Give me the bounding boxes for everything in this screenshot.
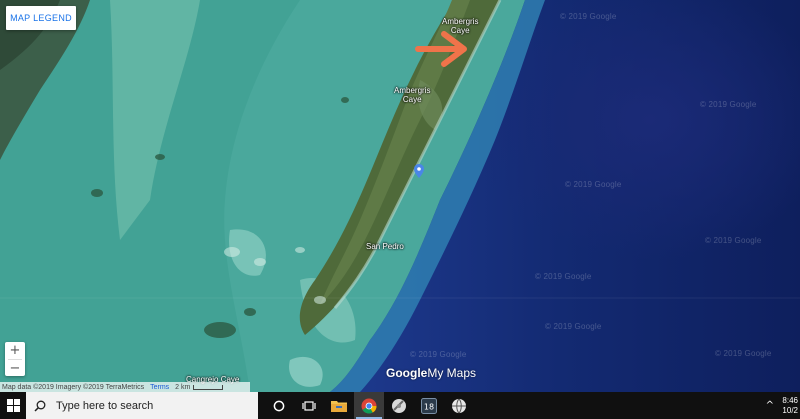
search-placeholder: Type here to search [56,399,154,412]
satellite-imagery [0,0,800,392]
scale-label: 2 km [175,383,191,391]
place-label-text: Ambergris Caye [394,86,431,104]
annotation-arrow-icon [415,31,467,67]
taskbar-clock[interactable]: 8:46 10/2 [782,396,798,416]
my-maps-text: My Maps [427,366,477,380]
map-marker-icon[interactable] [414,164,424,178]
windows-icon [6,399,20,412]
map-watermark: © 2019 Google [565,180,622,189]
search-icon [34,400,46,412]
windows-taskbar: Type here to search 18 ^ 8:46 10/2 [0,392,800,419]
map-legend-button[interactable]: MAP LEGEND [6,6,76,30]
map-scale: 2 km [175,383,224,391]
place-label-san-pedro[interactable]: San Pedro [366,242,404,251]
terms-link[interactable]: Terms [150,384,169,391]
zoom-out-button[interactable]: − [5,360,25,377]
file-explorer-icon [331,401,347,412]
chrome-icon [361,398,377,414]
app-18-button[interactable]: 18 [414,392,444,419]
start-button[interactable] [0,392,26,419]
map-watermark: © 2019 Google [705,236,762,245]
app-icon [392,398,406,413]
map-watermark: © 2019 Google [535,272,592,281]
map-watermark: © 2019 Google [545,322,602,331]
zoom-in-button[interactable]: + [5,342,25,359]
svg-text:18: 18 [424,402,434,411]
show-hidden-icons-chevron-icon[interactable]: ^ [766,400,774,411]
app-18-icon: 18 [421,397,437,414]
file-explorer-button[interactable] [324,392,354,419]
task-view-button[interactable] [294,392,324,419]
scale-bar [193,384,224,390]
map-watermark: © 2019 Google [410,350,467,359]
app-button[interactable] [384,392,414,419]
place-label-text: San Pedro [366,242,404,251]
cortana-button[interactable] [264,392,294,419]
place-label-ambergris-caye[interactable]: Ambergris Caye [394,86,430,104]
system-tray: ^ 8:46 10/2 [766,392,800,419]
map-canvas[interactable]: © 2019 Google © 2019 Google © 2019 Googl… [0,0,800,392]
zoom-controls: + − [5,342,25,376]
clock-time: 8:46 [782,395,798,405]
map-watermark: © 2019 Google [715,349,772,358]
cortana-icon [273,400,285,411]
attribution-text: Map data ©2019 Imagery ©2019 TerraMetric… [2,383,145,391]
map-watermark: © 2019 Google [700,100,757,109]
app-globe-icon [452,398,466,413]
clock-date: 10/2 [782,405,798,415]
google-logo-text: Google [386,366,428,380]
app-globe-button[interactable] [444,392,474,419]
taskbar-search-box[interactable]: Type here to search [26,392,258,419]
task-view-icon [302,400,316,411]
map-legend-label: MAP LEGEND [10,13,72,23]
map-attribution: Map data ©2019 Imagery ©2019 TerraMetric… [0,382,250,392]
map-watermark: © 2019 Google [560,12,617,21]
chrome-button[interactable] [354,392,384,419]
google-my-maps-logo: GoogleMy Maps [386,366,476,380]
